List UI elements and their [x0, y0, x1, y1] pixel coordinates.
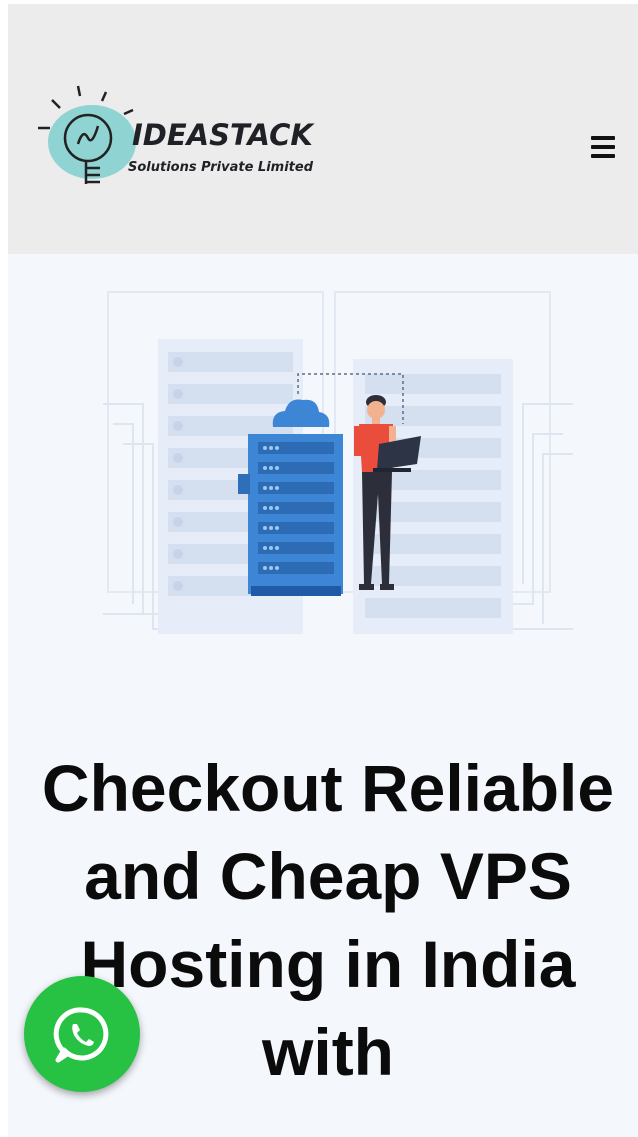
- whatsapp-icon: [53, 1007, 109, 1063]
- viewport: IDEASTACK Solutions Private Limited Chec…: [8, 4, 638, 1137]
- lightbulb-logo-icon: [38, 85, 136, 184]
- whatsapp-chat-button[interactable]: [24, 976, 140, 1092]
- site-header: IDEASTACK Solutions Private Limited: [8, 4, 638, 254]
- logo-subtitle: Solutions Private Limited: [128, 160, 314, 175]
- logo-title: IDEASTACK: [132, 118, 313, 152]
- page: IDEASTACK Solutions Private Limited Chec…: [0, 0, 638, 1137]
- server-hosting-illustration: [103, 291, 573, 634]
- site-logo[interactable]: IDEASTACK Solutions Private Limited: [38, 80, 398, 190]
- hamburger-menu-icon[interactable]: [588, 134, 618, 160]
